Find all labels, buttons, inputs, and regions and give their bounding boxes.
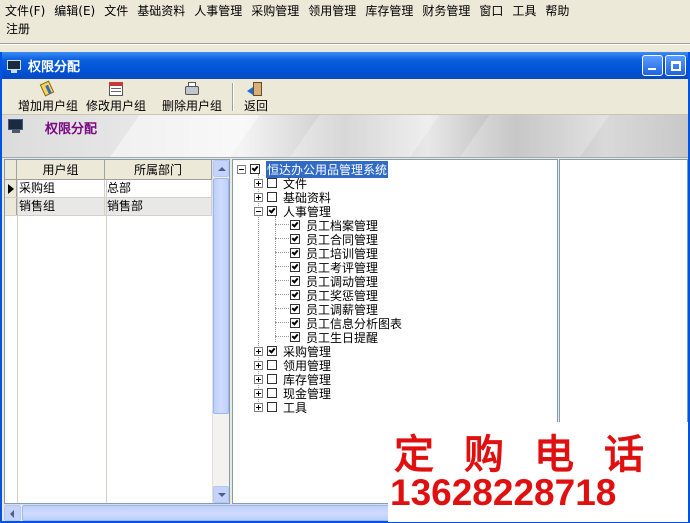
cell-group[interactable]: 销售组 [17, 198, 105, 215]
menu-personnel[interactable]: 人事管理 [192, 2, 249, 19]
arrow-down-icon [218, 493, 226, 497]
collapse-icon[interactable] [237, 164, 246, 174]
row-selector[interactable] [5, 198, 17, 215]
order-phone-number: 13628228718 [390, 472, 617, 513]
maximize-icon [671, 61, 681, 71]
arrow-left-icon [10, 510, 14, 518]
menu-requisition[interactable]: 领用管理 [306, 2, 363, 19]
contact-overlay: 定购电话 13628228718 [388, 422, 688, 522]
tree-node-label[interactable]: 工具 [283, 399, 307, 416]
tree-node-tools[interactable]: 工具 [254, 399, 307, 416]
minimize-button[interactable] [642, 55, 663, 76]
checkbox[interactable] [267, 374, 277, 384]
checkbox[interactable] [267, 346, 277, 356]
cell-dept[interactable]: 销售部 [105, 198, 212, 215]
grid-vertical-scrollbar[interactable] [212, 160, 229, 503]
cell-dept[interactable]: 总部 [105, 180, 212, 197]
menu-register[interactable]: 注册 [4, 22, 37, 36]
edit-user-group-label: 修改用户组 [86, 99, 147, 113]
menu-purchase[interactable]: 采购管理 [249, 2, 306, 19]
checkbox[interactable] [290, 220, 300, 230]
menu-inventory[interactable]: 库存管理 [363, 2, 420, 19]
menu-basic-data[interactable]: 基础资料 [135, 2, 192, 19]
checkbox[interactable] [267, 388, 277, 398]
minimize-icon [648, 68, 656, 70]
toolbar: 增加用户组 修改用户组 删除用户组 返回 [2, 79, 688, 115]
checkbox-root[interactable] [250, 164, 260, 174]
exit-door-icon [247, 81, 265, 96]
checkbox[interactable] [290, 248, 300, 258]
expand-icon[interactable] [254, 192, 263, 202]
expand-icon[interactable] [254, 346, 263, 356]
checkbox[interactable] [290, 290, 300, 300]
toolbar-separator [232, 83, 235, 111]
calendar-icon [107, 81, 125, 96]
scroll-down-button[interactable] [213, 486, 229, 503]
table-row[interactable]: 采购组 总部 [5, 180, 229, 198]
horizontal-scroll-thumb[interactable] [22, 505, 402, 521]
arrow-up-icon [218, 167, 226, 171]
checkbox[interactable] [290, 318, 300, 328]
current-row-arrow-icon [8, 184, 14, 194]
menu-file-f[interactable]: 文件(F) [3, 2, 52, 19]
menu-window[interactable]: 窗口 [477, 2, 510, 19]
delete-user-group-button[interactable]: 删除用户组 [158, 80, 226, 114]
checkbox[interactable] [290, 332, 300, 342]
grid-header: 用户组 所属部门 [5, 160, 229, 180]
menu-tools[interactable]: 工具 [510, 2, 543, 19]
checkbox[interactable] [267, 206, 277, 216]
tree-node-root[interactable]: 恒达办公用品管理系统 [237, 160, 389, 178]
checkbox[interactable] [267, 192, 277, 202]
cell-group[interactable]: 采购组 [17, 180, 105, 197]
collapse-icon[interactable] [254, 206, 263, 216]
menu-edit[interactable]: 编辑(E) [52, 2, 102, 19]
row-selector[interactable] [5, 180, 17, 197]
checkbox[interactable] [290, 262, 300, 272]
menubar-divider [0, 43, 690, 45]
user-group-grid[interactable]: 用户组 所属部门 采购组 总部 销售组 销售部 [4, 159, 230, 504]
checkbox[interactable] [267, 360, 277, 370]
expand-icon[interactable] [254, 402, 263, 412]
back-label: 返回 [244, 99, 269, 113]
expand-icon[interactable] [254, 178, 263, 188]
menu-bar: 文件(F) 编辑(E) 文件 基础资料 人事管理 采购管理 领用管理 库存管理 … [0, 0, 690, 45]
menu-finance[interactable]: 财务管理 [420, 2, 477, 19]
expand-icon[interactable] [254, 388, 263, 398]
expand-icon[interactable] [254, 360, 263, 370]
back-button[interactable]: 返回 [240, 80, 272, 114]
add-user-group-label: 增加用户组 [18, 99, 79, 113]
menu-file[interactable]: 文件 [102, 2, 135, 19]
checkbox[interactable] [267, 402, 277, 412]
window-title: 权限分配 [28, 60, 81, 75]
checkbox[interactable] [290, 304, 300, 314]
delete-user-group-label: 删除用户组 [162, 99, 223, 113]
banner-title: 权限分配 [45, 122, 98, 137]
menu-help[interactable]: 帮助 [543, 2, 576, 19]
maximize-button[interactable] [665, 55, 686, 76]
scroll-up-button[interactable] [213, 160, 229, 177]
checkbox[interactable] [267, 178, 277, 188]
add-user-group-button[interactable]: 增加用户组 [14, 80, 82, 114]
table-row[interactable]: 销售组 销售部 [5, 198, 229, 216]
monitor-icon [8, 119, 24, 134]
column-header-dept[interactable]: 所属部门 [105, 160, 212, 179]
printer-icon [183, 81, 201, 96]
checkbox[interactable] [290, 234, 300, 244]
expand-icon[interactable] [254, 374, 263, 384]
header-banner: 权限分配 [2, 115, 688, 158]
column-header-group[interactable]: 用户组 [17, 160, 105, 179]
monitor-icon [6, 59, 22, 73]
edit-user-group-button[interactable]: 修改用户组 [82, 80, 150, 114]
pencil-icon [39, 80, 57, 97]
scroll-left-button[interactable] [4, 505, 21, 521]
scroll-thumb[interactable] [213, 178, 229, 414]
window-titlebar[interactable]: 权限分配 [2, 52, 688, 79]
checkbox[interactable] [290, 276, 300, 286]
